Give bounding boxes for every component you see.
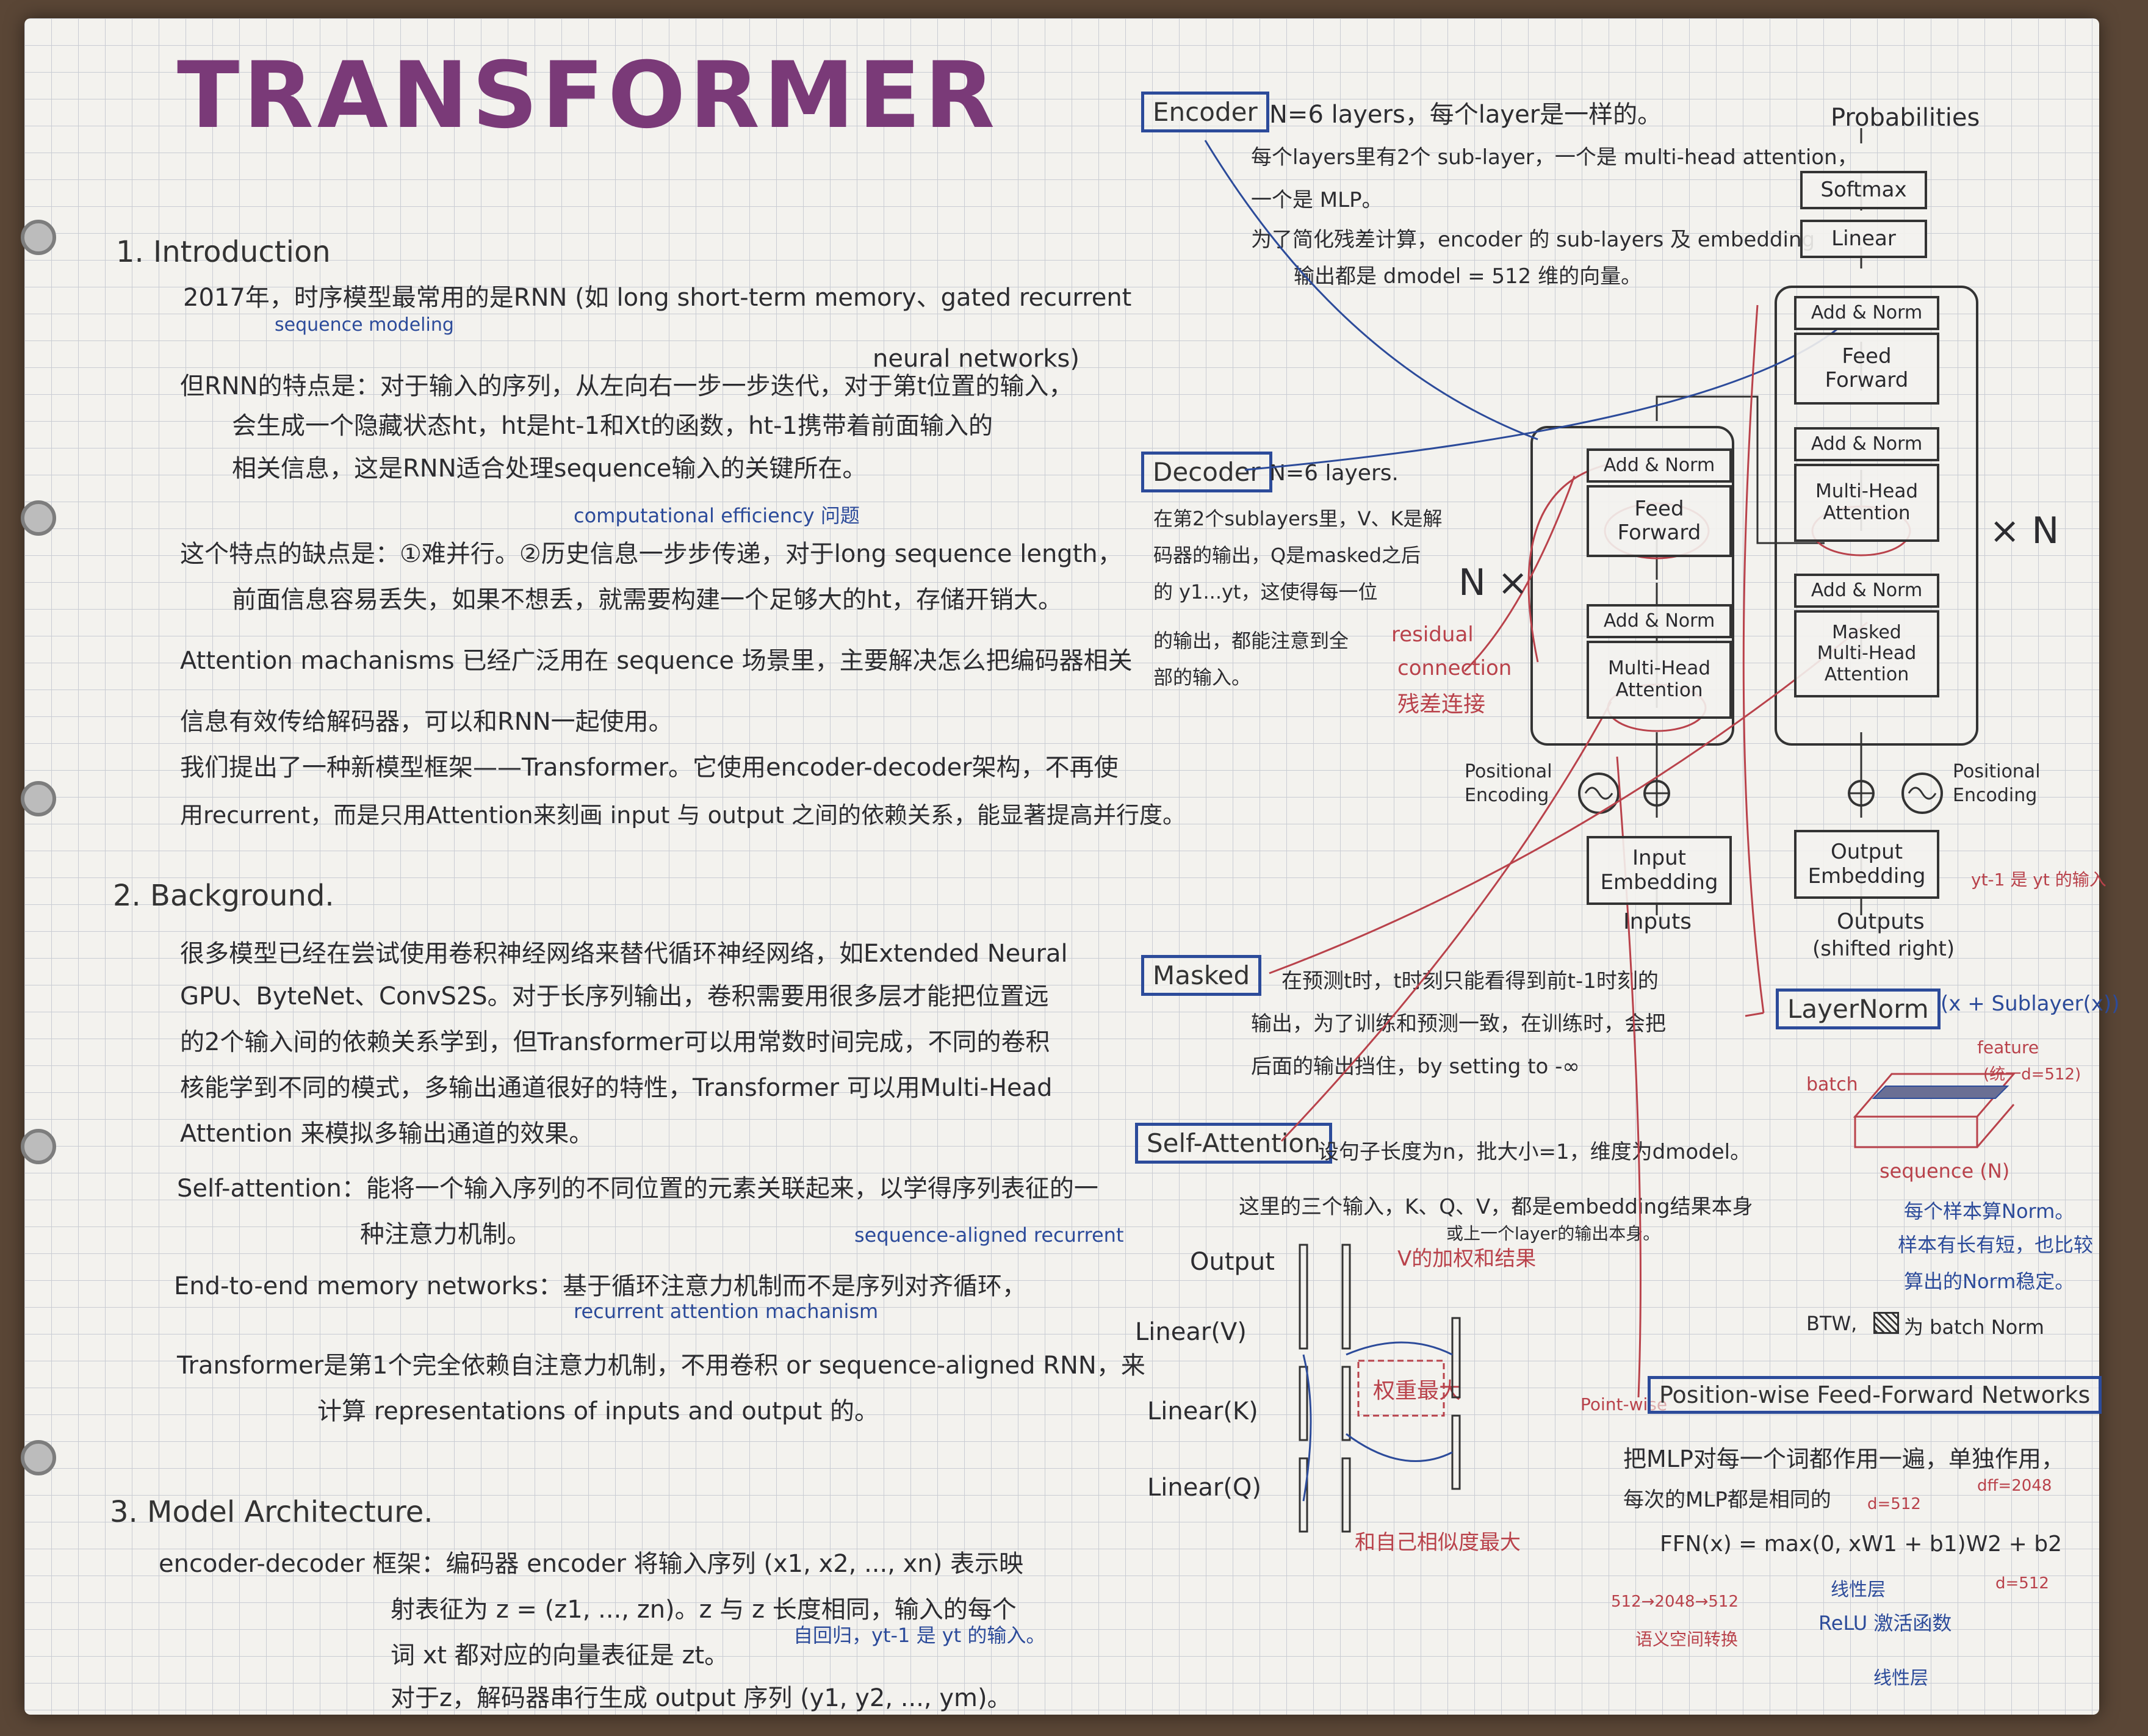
input-embedding-box: Input Embedding [1587,836,1732,905]
output-embedding-box: Output Embedding [1794,830,1939,899]
decoder-feed-forward-box: Feed Forward [1794,333,1939,405]
decoder-add-norm-box: Add & Norm [1794,574,1939,608]
linear-box: Linear [1800,220,1927,258]
masked-multi-head-box: Masked Multi-Head Attention [1794,610,1939,697]
yt-input-note: yt-1 是 yt 的输入 [1971,870,2107,890]
decoder-multi-head-box: Multi-Head Attention [1794,464,1939,542]
n-times-left: N × [1458,561,1529,604]
n-times-right: × N [1989,510,2060,552]
shifted-right-label: (shifted right) [1812,937,1955,961]
positional-encoding-right: Positional Encoding [1953,761,2041,806]
encoder-add-norm-box: Add & Norm [1587,604,1732,638]
decoder-add-norm-box: Add & Norm [1794,427,1939,461]
encoder-add-norm-box: Add & Norm [1587,448,1732,483]
outputs-label: Outputs [1837,909,1925,934]
probabilities-label: Probabilities [1831,104,1980,132]
encoder-feed-forward-box: Feed Forward [1587,485,1732,557]
encoder-multi-head-box: Multi-Head Attention [1587,641,1732,719]
inputs-label: Inputs [1623,909,1692,934]
decoder-add-norm-box: Add & Norm [1794,296,1939,330]
softmax-box: Softmax [1800,171,1927,209]
positional-encoding-left: Positional Encoding [1465,761,1552,806]
